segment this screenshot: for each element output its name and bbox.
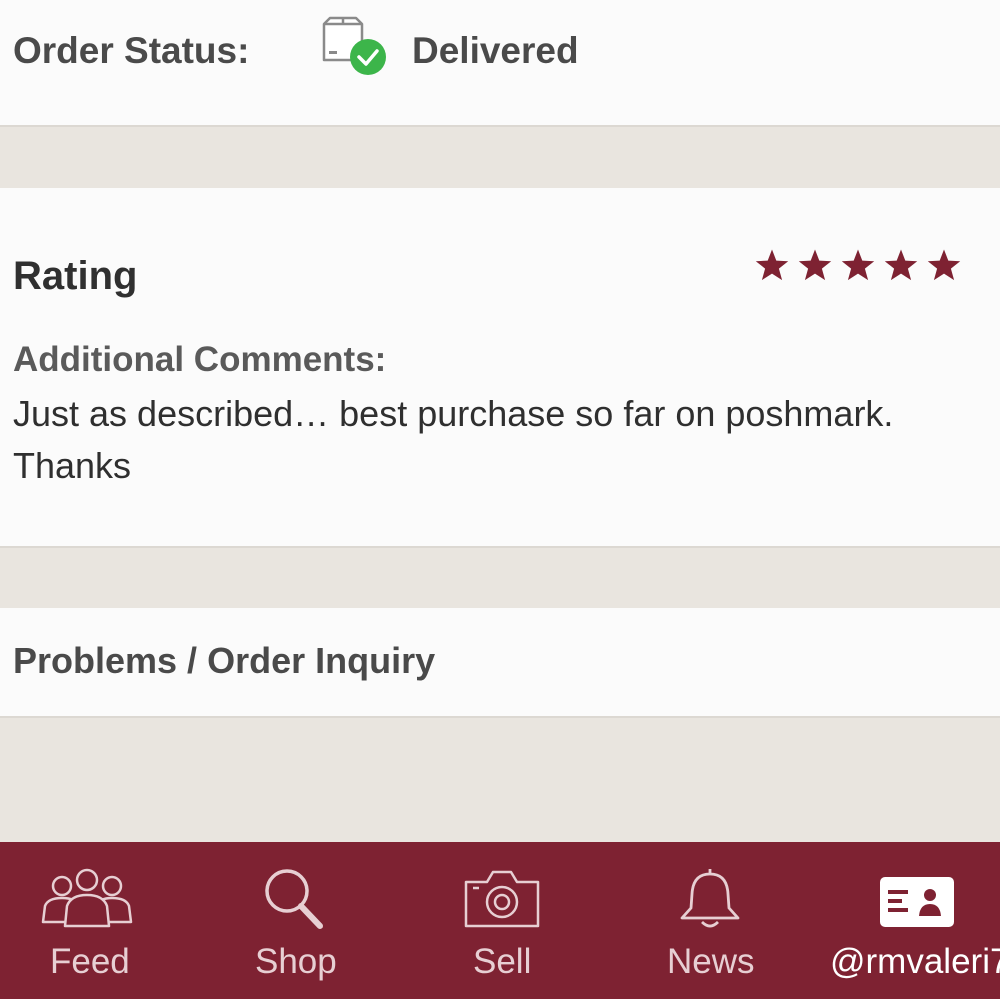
tab-feed-label: Feed [50, 942, 130, 981]
tab-shop-label: Shop [255, 942, 337, 981]
people-icon [40, 866, 135, 932]
rating-label: Rating [13, 254, 138, 298]
order-status-label: Order Status: [13, 30, 250, 71]
additional-comments-text: Just as described… best purchase so far … [13, 393, 894, 486]
tab-sell[interactable]: Sell [410, 842, 590, 999]
star-icon [883, 248, 919, 284]
tab-shop[interactable]: Shop [200, 842, 390, 999]
bell-icon [678, 866, 742, 932]
profile-card-icon [878, 866, 956, 932]
order-status-card: Order Status: Delivered [0, 0, 1000, 127]
tab-sell-label: Sell [473, 942, 532, 981]
tab-news-label: News [667, 942, 755, 981]
star-rating [754, 248, 962, 284]
order-inquiry-row[interactable]: Problems / Order Inquiry [0, 608, 1000, 718]
order-inquiry-label: Problems / Order Inquiry [13, 640, 436, 681]
search-icon [262, 866, 326, 932]
order-status-value: Delivered [412, 30, 579, 71]
order-details-page: Order Status: Delivered Rating Additiona… [0, 0, 1000, 999]
star-icon [797, 248, 833, 284]
tab-profile-label: @rmvaleri7 [830, 942, 1000, 981]
tab-profile[interactable]: @rmvaleri7 [820, 842, 1000, 999]
star-icon [926, 248, 962, 284]
tab-feed[interactable]: Feed [0, 842, 175, 999]
package-delivered-icon [318, 16, 390, 80]
rating-card: Rating Additional Comments: Just as desc… [0, 188, 1000, 548]
star-icon [840, 248, 876, 284]
bottom-tab-bar: Feed Shop Sell News @rmvaleri7 [0, 842, 1000, 999]
additional-comments-label: Additional Comments: [13, 340, 387, 379]
tab-news[interactable]: News [620, 842, 800, 999]
star-icon [754, 248, 790, 284]
camera-icon [463, 866, 541, 932]
